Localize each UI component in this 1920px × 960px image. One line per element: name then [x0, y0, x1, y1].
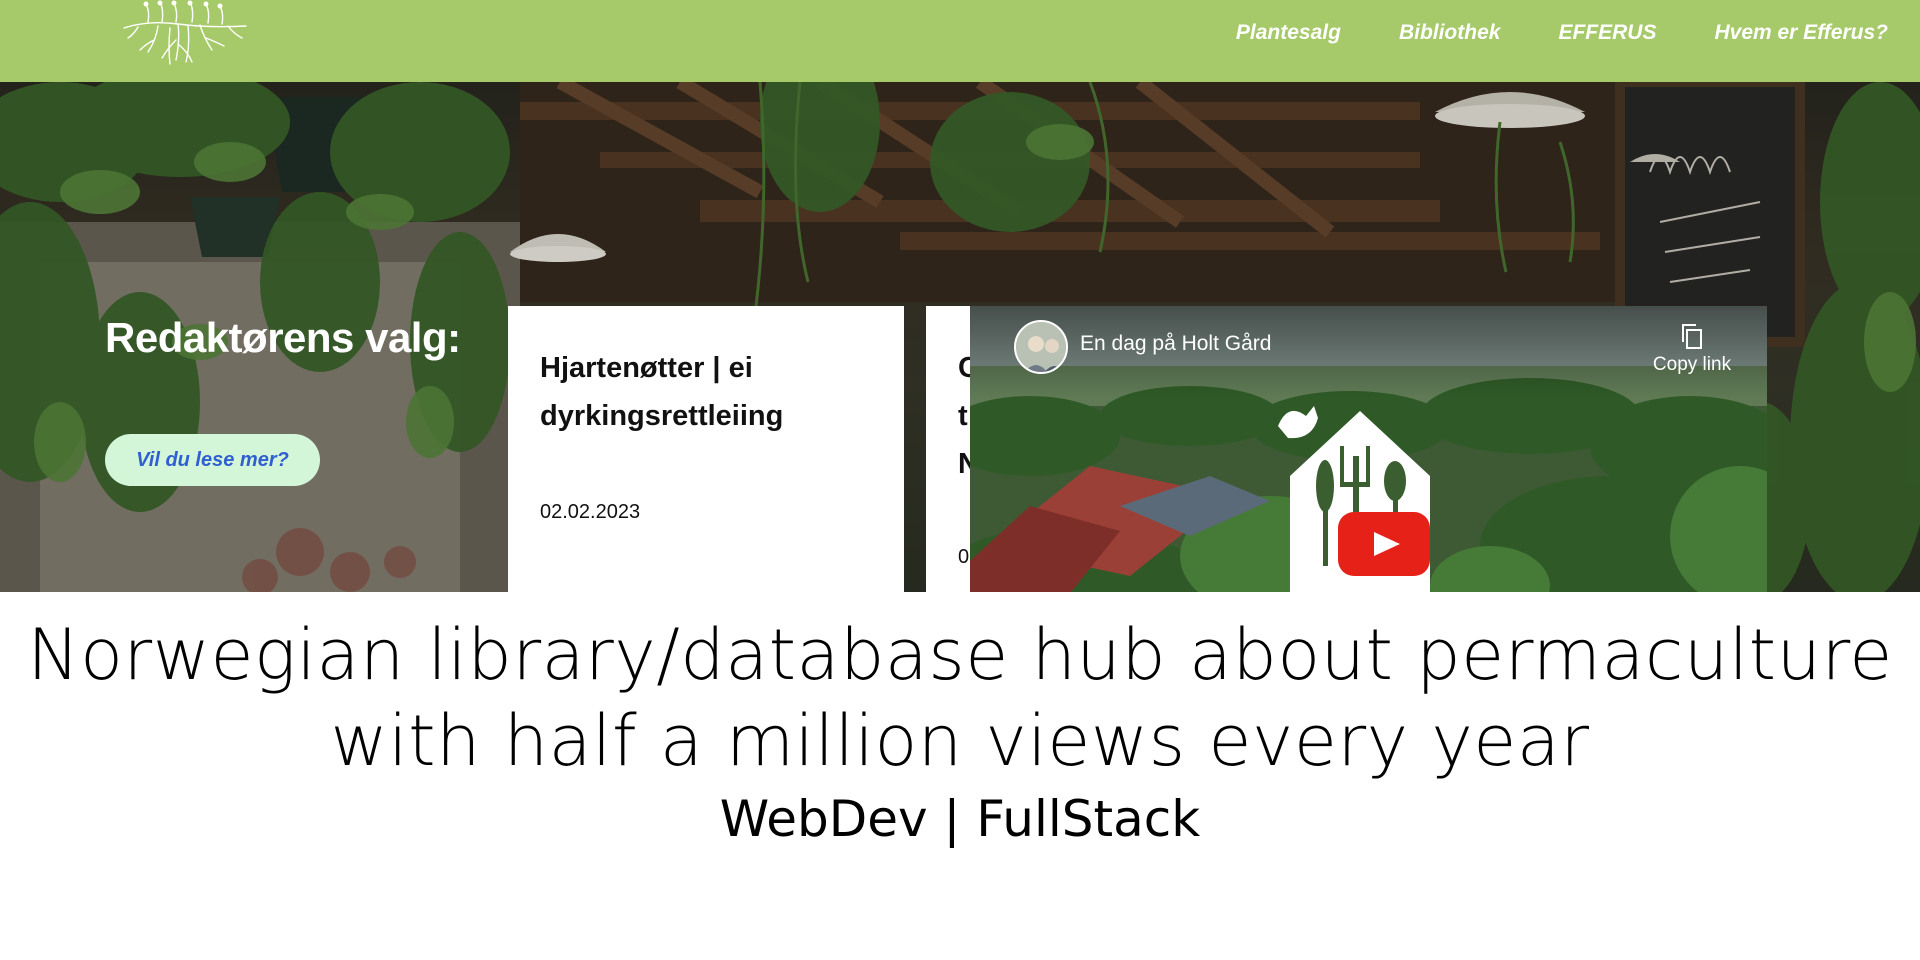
top-navigation-bar: Plantesalg Bibliothek EFFERUS Hvem er Ef…	[0, 0, 1920, 82]
article-card[interactable]: Hjartenøtter | ei dyrkingsrettleiing 02.…	[508, 306, 904, 592]
caption-subtitle: WebDev | FullStack	[719, 790, 1201, 848]
main-menu: Plantesalg Bibliothek EFFERUS Hvem er Ef…	[1236, 0, 1888, 66]
caption-title-line-1: Norwegian library/database hub about per…	[27, 614, 1893, 696]
youtube-play-icon[interactable]	[1338, 512, 1430, 576]
youtube-video-embed[interactable]: En dag på Holt Gård Copy link	[970, 306, 1767, 592]
website-screenshot: Plantesalg Bibliothek EFFERUS Hvem er Ef…	[0, 0, 1920, 592]
efferus-logo[interactable]	[118, 0, 252, 66]
article-title[interactable]: Hjartenøtter | ei dyrkingsrettleiing	[540, 344, 870, 440]
article-date: 02.02.2023	[540, 501, 641, 523]
project-caption: Norwegian library/database hub about per…	[0, 612, 1920, 854]
nav-link-plantesalg[interactable]: Plantesalg	[1236, 21, 1341, 45]
copy-link-label: Copy link	[1652, 354, 1732, 375]
copy-icon	[1682, 324, 1702, 349]
hero-section: Redaktørens valg: Vil du lese mer? Hjart…	[0, 82, 1920, 592]
copy-link-button[interactable]: Copy link	[1642, 322, 1742, 376]
channel-avatar[interactable]	[1014, 320, 1068, 374]
video-title[interactable]: En dag på Holt Gård	[1080, 332, 1271, 356]
nav-link-about[interactable]: Hvem er Efferus?	[1714, 21, 1888, 45]
nav-link-bibliothek[interactable]: Bibliothek	[1399, 21, 1501, 45]
read-more-button[interactable]: Vil du lese mer?	[105, 434, 320, 486]
article-date: 0	[958, 546, 970, 568]
caption-title-line-2: with half a million views every year	[330, 700, 1590, 782]
nav-link-efferus[interactable]: EFFERUS	[1558, 21, 1656, 45]
editors-choice-heading: Redaktørens valg:	[105, 314, 461, 361]
